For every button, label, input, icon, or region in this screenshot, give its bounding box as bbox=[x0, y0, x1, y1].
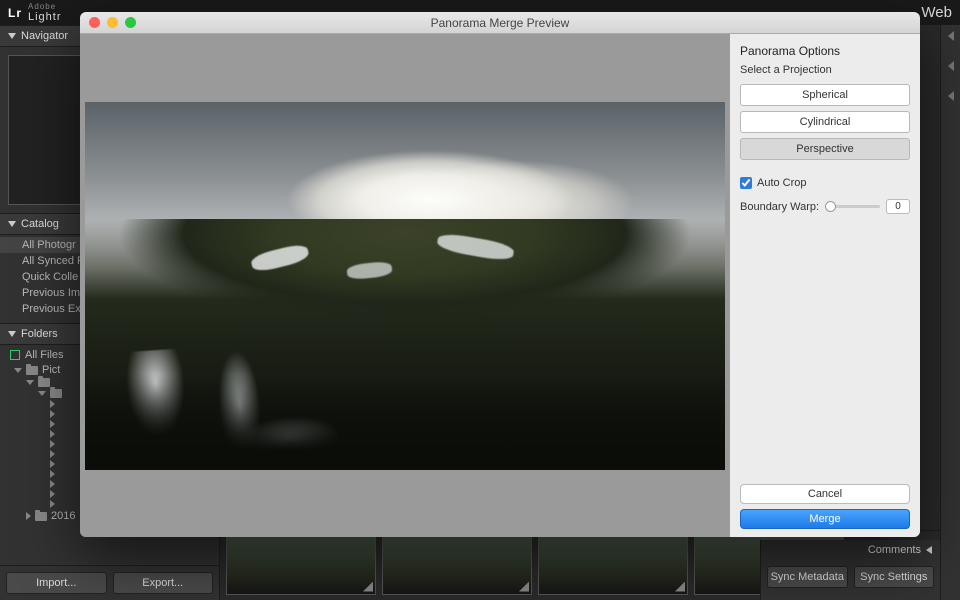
projection-spherical-button[interactable]: Spherical bbox=[740, 84, 910, 106]
boundary-warp-slider[interactable] bbox=[825, 205, 880, 208]
boundary-warp-value[interactable]: 0 bbox=[886, 199, 910, 214]
panorama-merge-dialog: Panorama Merge Preview Panorama Options … bbox=[80, 12, 920, 537]
dialog-title: Panorama Merge Preview bbox=[80, 16, 920, 30]
auto-crop-row[interactable]: Auto Crop bbox=[740, 177, 910, 189]
options-title: Panorama Options bbox=[740, 44, 910, 58]
auto-crop-label: Auto Crop bbox=[757, 177, 807, 189]
projection-perspective-button[interactable]: Perspective bbox=[740, 138, 910, 160]
projection-cylindrical-button[interactable]: Cylindrical bbox=[740, 111, 910, 133]
dialog-body: Panorama Options Select a Projection Sph… bbox=[80, 34, 920, 537]
dialog-titlebar[interactable]: Panorama Merge Preview bbox=[80, 12, 920, 34]
slider-knob[interactable] bbox=[825, 201, 836, 212]
panorama-options-pane: Panorama Options Select a Projection Sph… bbox=[730, 34, 920, 537]
boundary-warp-label: Boundary Warp: bbox=[740, 201, 819, 213]
panorama-preview-image[interactable] bbox=[85, 102, 725, 470]
modal-overlay: Panorama Merge Preview Panorama Options … bbox=[0, 0, 960, 600]
merge-button[interactable]: Merge bbox=[740, 509, 910, 529]
boundary-warp-row: Boundary Warp: 0 bbox=[740, 199, 910, 214]
preview-pane bbox=[80, 34, 730, 537]
select-projection-label: Select a Projection bbox=[740, 64, 910, 76]
auto-crop-checkbox[interactable] bbox=[740, 177, 752, 189]
cancel-button[interactable]: Cancel bbox=[740, 484, 910, 504]
